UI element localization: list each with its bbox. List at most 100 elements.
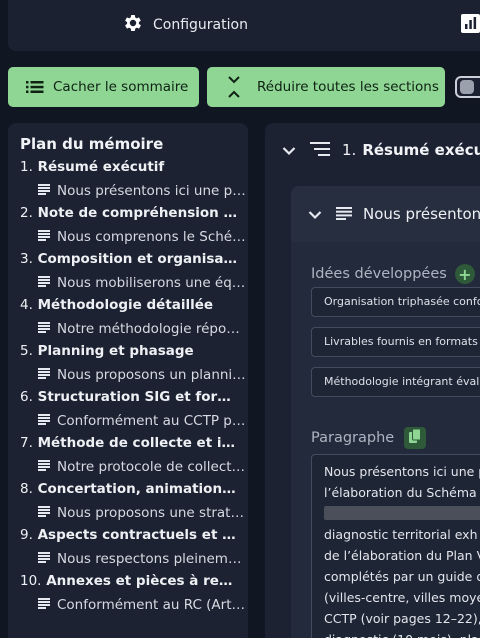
sidebar-item-number: 10. xyxy=(20,573,42,589)
sidebar-subitem-label: Nous présentons ici une p… xyxy=(57,182,246,199)
section-list-icon xyxy=(310,141,330,160)
paragraph-line: (villes-centre, villes moye xyxy=(324,590,480,605)
sidebar-item-section[interactable]: 8. Concertation, animation CO… xyxy=(20,478,240,501)
paragraph-lines-icon xyxy=(38,505,50,521)
sidebar-subitem-label: Nous comprenons le Sché… xyxy=(57,228,246,245)
bar-chart-icon xyxy=(461,14,480,37)
section-title: 1. Résumé exécutif xyxy=(342,141,480,159)
sidebar-item-section[interactable]: 3. Composition et organisatio… xyxy=(20,248,240,271)
idea-item[interactable]: Méthodologie intégrant évalu xyxy=(311,367,480,397)
sidebar-item-number: 1. xyxy=(20,159,33,175)
main-panel: 1. Résumé exécutif Nous présentons Idées … xyxy=(265,123,480,638)
sidebar-item-number: 9. xyxy=(20,527,33,543)
top-bar: Configuration xyxy=(8,0,480,51)
sidebar-subitem[interactable]: Nous proposons une strat… xyxy=(20,501,246,524)
configuration-button[interactable]: Configuration xyxy=(122,12,248,38)
collapse-all-label: Réduire toutes les sections xyxy=(257,79,439,95)
sidebar-item-label: Composition et organisatio… xyxy=(37,251,240,267)
stats-button[interactable] xyxy=(461,14,480,37)
sidebar-subitem-label: Conformément au CCTP p… xyxy=(57,412,246,429)
sidebar-subitem-label: Nous mobiliserons une éq… xyxy=(57,274,246,291)
sidebar-subitem[interactable]: Nous proposons un planni… xyxy=(20,363,246,386)
chevron-down-icon[interactable] xyxy=(308,205,322,224)
sidebar-list: 1. Résumé exécutif Nous présentons ici un… xyxy=(20,156,248,616)
sidebar-subitem[interactable]: Notre méthodologie répo… xyxy=(20,317,246,340)
sidebar-item-number: 6. xyxy=(20,389,33,405)
sidebar-item-section[interactable]: 4. Méthodologie détaillée xyxy=(20,294,240,317)
sidebar-item-section[interactable]: 7. Méthode de collecte et indi… xyxy=(20,432,240,455)
paragraph-lines-icon xyxy=(38,183,50,199)
sidebar-subitem[interactable]: Nous mobiliserons une éq… xyxy=(20,271,246,294)
sidebar-subitem-label: Conformément au RC (Art… xyxy=(57,596,246,613)
sidebar-item-label: Résumé exécutif xyxy=(37,159,165,175)
mode-toggle[interactable] xyxy=(455,76,480,98)
paragraph-lines-icon xyxy=(38,229,50,245)
redacted-text xyxy=(324,506,480,520)
section-name: Résumé exécutif xyxy=(362,141,480,159)
sidebar-item-section[interactable]: 2. Note de compréhension des … xyxy=(20,202,240,225)
sidebar-item-section[interactable]: 5. Planning et phasage xyxy=(20,340,240,363)
chevron-down-icon[interactable] xyxy=(282,141,296,160)
paragraph-lines-icon xyxy=(38,367,50,383)
sidebar-item-label: Concertation, animation CO… xyxy=(37,481,240,497)
sidebar-item-label: Méthode de collecte et indi… xyxy=(37,435,240,451)
sidebar-item-number: 2. xyxy=(20,205,33,221)
copy-button[interactable] xyxy=(404,427,427,449)
paragraph-lines-icon xyxy=(38,321,50,337)
card-header[interactable]: Nous présentons xyxy=(291,186,480,242)
configuration-label: Configuration xyxy=(153,17,248,33)
paragraph-lines-icon xyxy=(38,551,50,567)
sidebar-subitem-label: Nous proposons une strat… xyxy=(57,504,244,521)
sidebar-item-section[interactable]: 9. Aspects contractuels et crit… xyxy=(20,524,240,547)
paragraph-lines-icon xyxy=(38,597,50,613)
hide-summary-label: Cacher le sommaire xyxy=(53,79,189,95)
paragraph-lines-icon xyxy=(38,459,50,475)
paragraph-line: CCTP (voir pages 12–22), xyxy=(324,611,480,626)
sidebar-subitem-label: Nous proposons un planni… xyxy=(57,366,246,383)
section-header[interactable]: 1. Résumé exécutif xyxy=(265,135,480,165)
collapse-icon xyxy=(227,76,241,98)
idea-item[interactable]: Organisation triphasée confo xyxy=(311,287,480,317)
paragraph-label: Paragraphe xyxy=(311,430,395,446)
ideas-heading: Idées développées + xyxy=(311,264,475,284)
sidebar-item-number: 7. xyxy=(20,435,33,451)
sidebar-item-section[interactable]: 1. Résumé exécutif xyxy=(20,156,240,179)
sidebar-subitem[interactable]: Nous respectons pleinem… xyxy=(20,547,246,570)
sidebar-item-number: 8. xyxy=(20,481,33,497)
hide-summary-button[interactable]: Cacher le sommaire xyxy=(8,67,199,107)
paragraph-heading: Paragraphe xyxy=(311,427,427,449)
paragraph-line: diagnostic territorial exh xyxy=(324,527,478,542)
paragraph-lines-icon xyxy=(336,205,352,224)
toggle-knob xyxy=(460,80,474,94)
sidebar-item-number: 5. xyxy=(20,343,33,359)
sidebar-subitem[interactable]: Conformément au CCTP p… xyxy=(20,409,246,432)
sidebar-subitem-label: Notre protocole de collect… xyxy=(57,458,246,475)
sidebar-subitem[interactable]: Nous comprenons le Sché… xyxy=(20,225,246,248)
sidebar-subitem[interactable]: Nous présentons ici une p… xyxy=(20,179,246,202)
add-idea-button[interactable]: + xyxy=(454,264,475,284)
sidebar-item-number: 3. xyxy=(20,251,33,267)
collapse-all-button[interactable]: Réduire toutes les sections xyxy=(207,67,445,107)
sidebar-subitem-label: Nous respectons pleinem… xyxy=(57,550,242,567)
card-title: Nous présentons xyxy=(363,205,480,223)
section-number: 1. xyxy=(342,141,357,159)
paragraph-card: Nous présentons Idées développées + Orga… xyxy=(291,186,480,638)
sidebar-item-label: Annexes et pièces à remettre xyxy=(46,573,240,589)
paragraph-line: diagnostic (10 mois), plan xyxy=(324,629,480,638)
sidebar-item-label: Aspects contractuels et crit… xyxy=(37,527,240,543)
sidebar-item-label: Méthodologie détaillée xyxy=(37,297,214,313)
paragraph-textarea[interactable]: Nous présentons ici une p l’élaboration … xyxy=(311,454,480,638)
sidebar-title: Plan du mémoire xyxy=(20,135,164,153)
sidebar-item-label: Note de compréhension des … xyxy=(37,205,240,221)
sidebar-item-label: Planning et phasage xyxy=(37,343,194,359)
list-icon xyxy=(26,80,44,94)
gear-icon xyxy=(122,12,144,38)
sidebar-subitem[interactable]: Conformément au RC (Art… xyxy=(20,593,246,616)
sidebar-subitem-label: Notre méthodologie répo… xyxy=(57,320,240,337)
ideas-label: Idées développées xyxy=(311,266,447,282)
sidebar-item-section[interactable]: 10. Annexes et pièces à remettre xyxy=(20,570,240,593)
sidebar-item-section[interactable]: 6. Structuration SIG et format… xyxy=(20,386,240,409)
sidebar-subitem[interactable]: Notre protocole de collect… xyxy=(20,455,246,478)
idea-item[interactable]: Livrables fournis en formats n xyxy=(311,327,480,357)
paragraph-line: de l’élaboration du Plan V xyxy=(324,548,480,563)
